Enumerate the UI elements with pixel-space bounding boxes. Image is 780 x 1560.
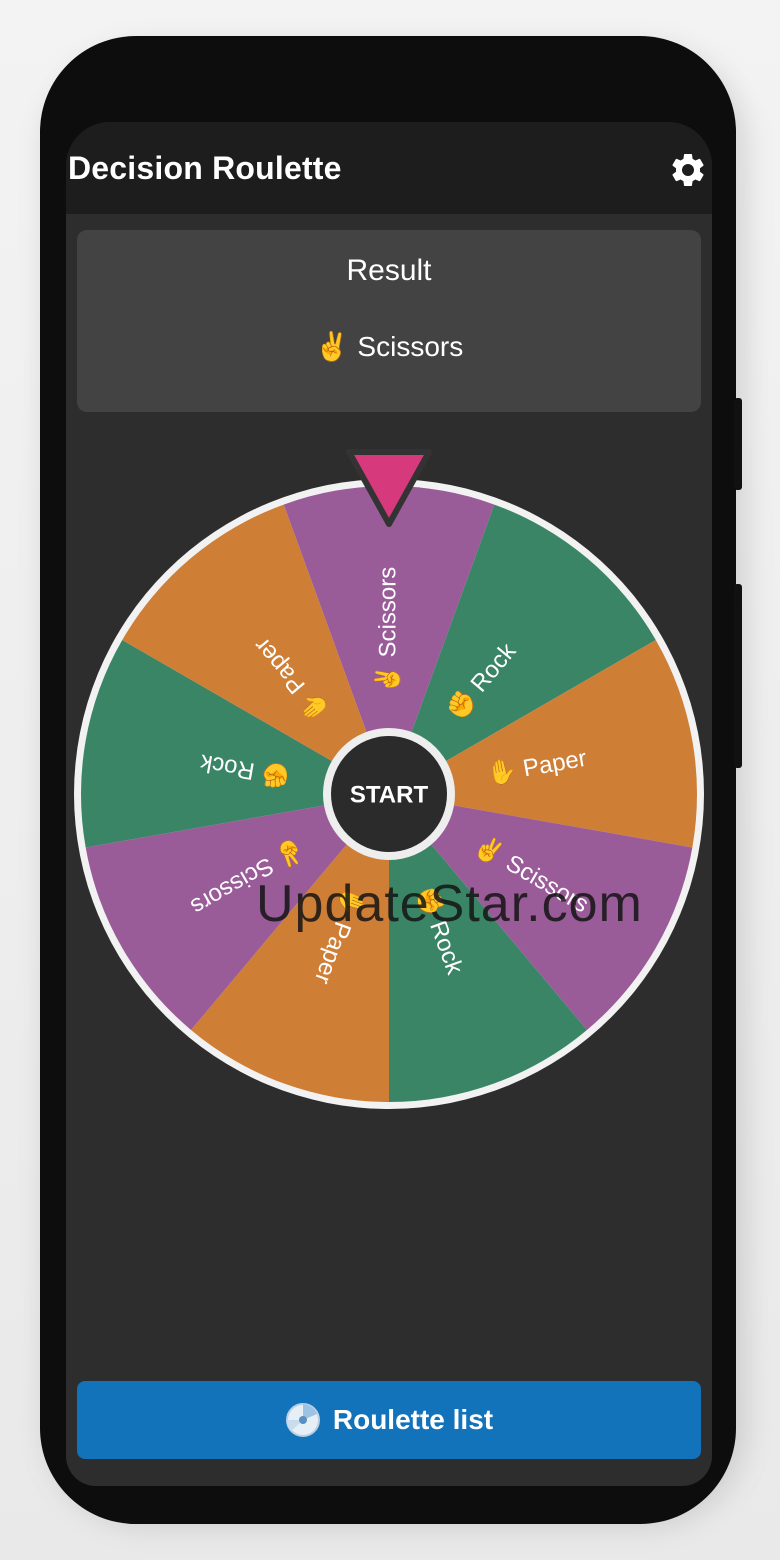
wheel-segment-label: ✌️ Scissors xyxy=(372,567,401,694)
roulette-wheel: ✌️ Scissors ✊ Rock✋ Paper✌️ Scissors✊ Roc… xyxy=(74,449,704,1109)
wheel-segment-text: ✌️ Scissors xyxy=(372,567,401,694)
roulette-list-label: Roulette list xyxy=(332,1404,494,1435)
roulette-disc-icon xyxy=(285,1403,320,1437)
device-volume-button xyxy=(734,584,742,768)
start-button-label: START xyxy=(350,781,429,808)
start-button[interactable]: START xyxy=(331,736,447,852)
app-screen: Decision Roulette Result ✌️ Scissors ✌️ … xyxy=(66,122,712,1486)
device-side-button xyxy=(734,398,742,490)
roulette-list-button[interactable]: Roulette list xyxy=(77,1381,701,1459)
